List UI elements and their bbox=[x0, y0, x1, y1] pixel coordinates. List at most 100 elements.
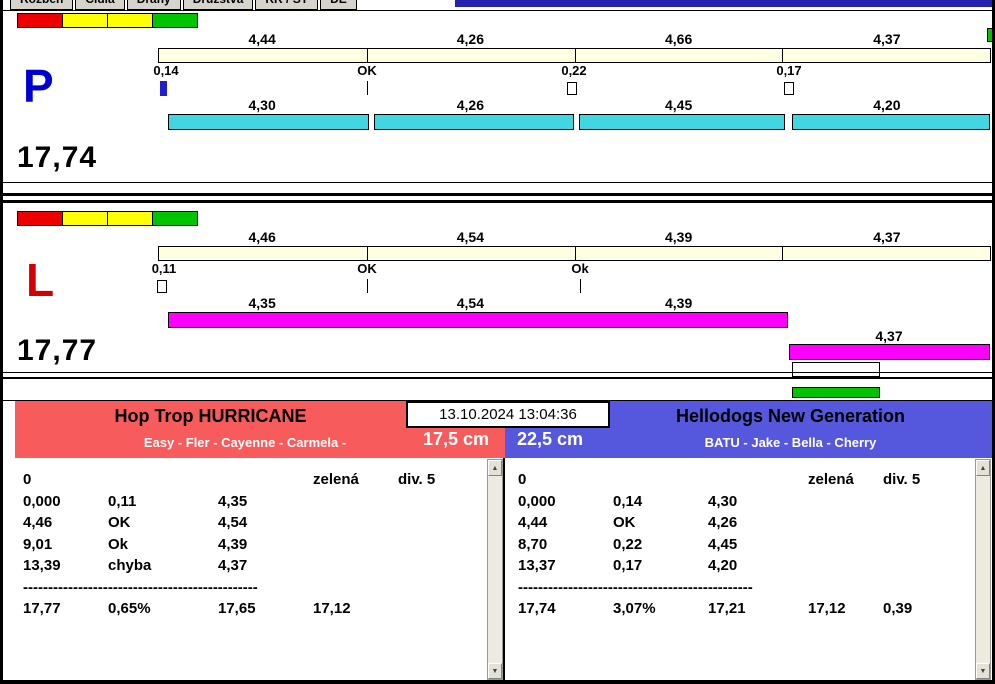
result-row: 0 zelená div. 5 bbox=[518, 469, 992, 491]
split-time: 4,30 bbox=[248, 97, 276, 113]
lane-separator bbox=[3, 193, 992, 196]
table-cell: 9,01 bbox=[23, 535, 53, 553]
scroll-up-button[interactable]: ▲ bbox=[488, 460, 502, 476]
team-right-name: Hellodogs New Generation bbox=[675, 406, 906, 426]
team-left-jump-height: 17,5 cm bbox=[423, 429, 490, 449]
table-cell: 4,26 bbox=[708, 514, 738, 531]
summary-row: 17,77 0,65% 17,65 17,12 bbox=[23, 598, 503, 620]
lane-p-gate-mark: 0,17 bbox=[776, 63, 802, 78]
lane-p-split-bar bbox=[168, 114, 369, 130]
split-time: 4,39 bbox=[665, 295, 693, 311]
table-cell: OK bbox=[613, 514, 636, 531]
yellow-light bbox=[107, 211, 153, 226]
yellow-light bbox=[62, 211, 108, 226]
result-row: 4,44 OK 4,26 bbox=[518, 512, 992, 534]
lane-l-split-bar bbox=[168, 312, 788, 328]
table-cell: 4,35 bbox=[218, 492, 248, 510]
table-divider: ----------------------------------------… bbox=[23, 578, 258, 596]
lane-l-total-time: 17,77 bbox=[17, 334, 98, 367]
scrollbar-track[interactable] bbox=[976, 476, 990, 663]
table-cell: 17,12 bbox=[808, 600, 846, 617]
lane-p-gate-mark: 0,22 bbox=[561, 63, 587, 78]
table-cell: 0,22 bbox=[613, 535, 643, 553]
table-cell: zelená bbox=[313, 471, 359, 488]
table-cell: 4,44 bbox=[518, 514, 548, 531]
lane-l-fault-box bbox=[157, 280, 167, 293]
scroll-up-button[interactable]: ▲ bbox=[976, 460, 990, 476]
result-row: 0,000 0,14 4,30 bbox=[518, 491, 992, 513]
result-row: 0,000 0,11 4,35 bbox=[23, 491, 503, 513]
scroll-down-button[interactable]: ▼ bbox=[976, 663, 990, 679]
table-cell: 4,39 bbox=[218, 535, 248, 553]
strip-divider bbox=[574, 247, 576, 260]
strip-divider bbox=[574, 49, 576, 62]
split-time: 4,45 bbox=[665, 97, 693, 113]
scroll-down-button[interactable]: ▼ bbox=[488, 663, 502, 679]
lane-p-split-bar bbox=[374, 114, 574, 130]
table-cell: 4,45 bbox=[708, 535, 738, 553]
lane-l-timing-strip bbox=[158, 246, 991, 261]
table-cell: OK bbox=[108, 514, 131, 531]
strip-time: 4,54 bbox=[456, 229, 484, 245]
tab-druzstva[interactable]: Družstva bbox=[182, 0, 254, 10]
table-cell: 4,30 bbox=[708, 492, 738, 510]
summary-row: 17,74 3,07% 17,21 17,12 0,39 bbox=[518, 598, 992, 620]
red-light bbox=[17, 13, 63, 28]
right-table-scrollbar[interactable]: ▲ ▼ bbox=[975, 459, 991, 680]
lane-p-ok-tick bbox=[367, 81, 368, 95]
lane-p-fault-box bbox=[784, 82, 794, 95]
lane-p-gate-mark: 0,14 bbox=[153, 63, 179, 78]
result-row: 0 zelená div. 5 bbox=[23, 469, 503, 491]
lane-l-split-times: 4,35 4,54 4,39 bbox=[158, 295, 991, 311]
lane-l-strip-times: 4,46 4,54 4,39 4,37 bbox=[158, 229, 991, 245]
lane-p-inner-border bbox=[3, 182, 992, 183]
left-table-scrollbar[interactable]: ▲ ▼ bbox=[487, 459, 503, 680]
lane-l-gate-mark: Ok bbox=[571, 261, 589, 276]
team-right-results-table[interactable]: 0 zelená div. 5 0,000 0,14 4,30 4,44 OK … bbox=[505, 458, 992, 680]
table-cell: 17,65 bbox=[218, 600, 256, 617]
lane-l-inner-border bbox=[3, 372, 992, 373]
tab-cidla[interactable]: Cidla bbox=[75, 0, 125, 10]
table-cell: 4,46 bbox=[23, 514, 53, 531]
table-cell: Ok bbox=[108, 535, 129, 553]
lane-p-start-marker bbox=[160, 81, 167, 96]
tab-drahy[interactable]: Dráhy bbox=[126, 0, 181, 10]
lane-l-semaphore bbox=[17, 211, 198, 226]
lane-l-bottom-border bbox=[3, 377, 992, 379]
lane-l-ok-tick bbox=[367, 279, 368, 293]
tab-rr-st[interactable]: RR / ST bbox=[255, 0, 319, 10]
table-cell: 0 bbox=[518, 471, 527, 488]
split-time: 4,35 bbox=[248, 295, 276, 311]
yellow-light bbox=[62, 13, 108, 28]
table-cell bbox=[313, 555, 398, 577]
lane-p-split-bar bbox=[792, 114, 990, 130]
lane-p-strip-times: 4,44 4,26 4,66 4,37 bbox=[158, 31, 991, 47]
green-light bbox=[152, 13, 198, 28]
strip-time: 4,44 bbox=[248, 31, 276, 47]
lane-p-label: P bbox=[23, 60, 54, 112]
panel-top-border bbox=[3, 10, 992, 11]
table-cell bbox=[313, 491, 398, 513]
green-light bbox=[152, 211, 198, 226]
tab-de[interactable]: DE bbox=[320, 0, 357, 10]
split-time: 4,26 bbox=[456, 97, 484, 113]
lane-p-split-times: 4,30 4,26 4,45 4,20 bbox=[158, 97, 991, 113]
flyball-timing-window: Rozbeh Cidla Dráhy Družstva RR / ST DE 4… bbox=[0, 0, 995, 684]
table-divider: ----------------------------------------… bbox=[518, 578, 753, 596]
strip-time: 4,46 bbox=[248, 229, 276, 245]
table-cell: 0,000 bbox=[518, 492, 556, 510]
lane-p-split-bar bbox=[579, 114, 785, 130]
scrollbar-track[interactable] bbox=[488, 476, 502, 663]
table-cell: 0,17 bbox=[613, 557, 643, 574]
strip-time: 4,37 bbox=[873, 229, 901, 245]
team-left-results-table[interactable]: 0 zelená div. 5 0,000 0,11 4,35 4,46 OK … bbox=[15, 458, 505, 680]
tab-rozbeh[interactable]: Rozbeh bbox=[10, 0, 74, 10]
table-cell: 17,12 bbox=[313, 600, 351, 617]
result-row: 9,01 Ok 4,39 bbox=[23, 534, 503, 556]
lane-l-gate-mark: 0,11 bbox=[151, 261, 177, 276]
table-cell bbox=[313, 512, 398, 534]
table-cell: 0,000 bbox=[23, 492, 61, 510]
table-cell bbox=[313, 534, 398, 556]
split-time: 4,54 bbox=[456, 295, 484, 311]
split-time: 4,20 bbox=[873, 97, 901, 113]
